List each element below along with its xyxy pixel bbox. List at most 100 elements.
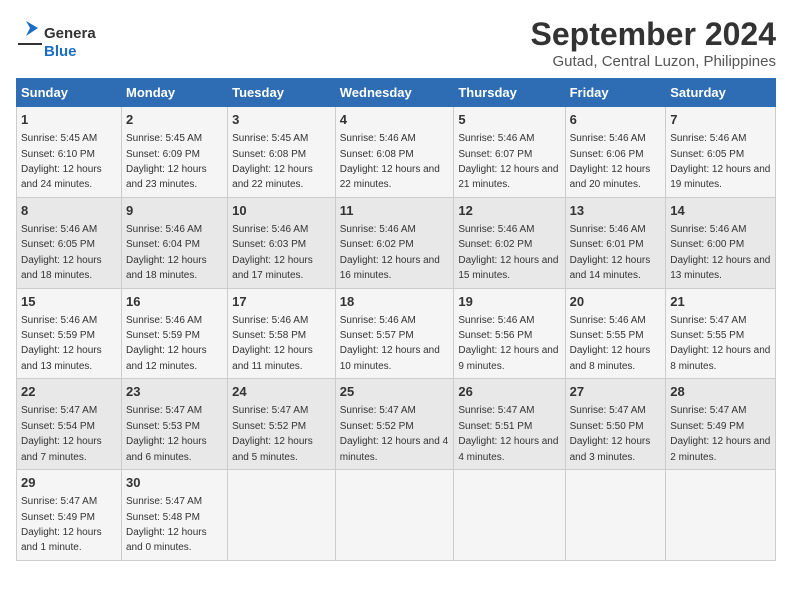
day-number: 14 [670, 202, 771, 220]
svg-text:General: General [44, 25, 96, 42]
day-info: Sunrise: 5:45 AMSunset: 6:09 PMDaylight:… [126, 133, 207, 190]
day-info: Sunrise: 5:47 AMSunset: 5:52 PMDaylight:… [232, 405, 313, 462]
day-number: 20 [570, 293, 662, 311]
day-info: Sunrise: 5:46 AMSunset: 6:07 PMDaylight:… [458, 133, 558, 190]
calendar-day-2: 2 Sunrise: 5:45 AMSunset: 6:09 PMDaylight… [121, 107, 227, 198]
day-info: Sunrise: 5:47 AMSunset: 5:49 PMDaylight:… [21, 496, 102, 553]
day-info: Sunrise: 5:47 AMSunset: 5:49 PMDaylight:… [670, 405, 770, 462]
header-day-sunday: Sunday [17, 79, 122, 107]
calendar-day-29: 29Sunrise: 5:47 AMSunset: 5:49 PMDayligh… [17, 470, 122, 561]
calendar-day-19: 19 Sunrise: 5:46 AMSunset: 5:56 PMDayligh… [454, 288, 565, 379]
day-number: 26 [458, 383, 560, 401]
day-number: 27 [570, 383, 662, 401]
day-number: 8 [21, 202, 117, 220]
day-info: Sunrise: 5:47 AMSunset: 5:52 PMDaylight:… [340, 405, 448, 462]
day-number: 7 [670, 111, 771, 129]
day-number: 3 [232, 111, 331, 129]
day-number: 12 [458, 202, 560, 220]
day-number: 19 [458, 293, 560, 311]
header-day-tuesday: Tuesday [228, 79, 336, 107]
calendar-day-empty [666, 470, 776, 561]
day-number: 11 [340, 202, 450, 220]
logo-svg: GeneralBlue [16, 16, 96, 66]
calendar-day-23: 23Sunrise: 5:47 AMSunset: 5:53 PMDayligh… [121, 379, 227, 470]
header-day-saturday: Saturday [666, 79, 776, 107]
calendar-day-7: 7Sunrise: 5:46 AMSunset: 6:05 PMDaylight… [666, 107, 776, 198]
calendar-day-24: 24 Sunrise: 5:47 AMSunset: 5:52 PMDayligh… [228, 379, 336, 470]
day-info: Sunrise: 5:46 AMSunset: 6:00 PMDaylight:… [670, 224, 770, 281]
calendar-week-4: 22Sunrise: 5:47 AMSunset: 5:54 PMDayligh… [17, 379, 776, 470]
calendar-week-2: 8 Sunrise: 5:46 AMSunset: 6:05 PMDaylight… [17, 197, 776, 288]
day-info: Sunrise: 5:47 AMSunset: 5:53 PMDaylight:… [126, 405, 207, 462]
calendar-day-18: 18 Sunrise: 5:46 AMSunset: 5:57 PMDayligh… [335, 288, 454, 379]
day-number: 10 [232, 202, 331, 220]
day-info: Sunrise: 5:47 AMSunset: 5:50 PMDaylight:… [570, 405, 651, 462]
day-number: 4 [340, 111, 450, 129]
calendar-day-empty [565, 470, 666, 561]
header: GeneralBlue September 2024 Gutad, Centra… [16, 16, 776, 70]
calendar-day-5: 5 Sunrise: 5:46 AMSunset: 6:07 PMDaylight… [454, 107, 565, 198]
day-number: 17 [232, 293, 331, 311]
calendar-day-11: 11 Sunrise: 5:46 AMSunset: 6:02 PMDayligh… [335, 197, 454, 288]
day-info: Sunrise: 5:46 AMSunset: 6:03 PMDaylight:… [232, 224, 313, 281]
title-area: September 2024 Gutad, Central Luzon, Phi… [531, 16, 776, 70]
day-number: 18 [340, 293, 450, 311]
header-day-friday: Friday [565, 79, 666, 107]
day-number: 21 [670, 293, 771, 311]
calendar-day-9: 9 Sunrise: 5:46 AMSunset: 6:04 PMDaylight… [121, 197, 227, 288]
day-info: Sunrise: 5:45 AMSunset: 6:10 PMDaylight:… [21, 133, 102, 190]
calendar-week-3: 15 Sunrise: 5:46 AMSunset: 5:59 PMDayligh… [17, 288, 776, 379]
day-info: Sunrise: 5:45 AMSunset: 6:08 PMDaylight:… [232, 133, 313, 190]
day-info: Sunrise: 5:46 AMSunset: 6:02 PMDaylight:… [340, 224, 440, 281]
day-number: 2 [126, 111, 223, 129]
day-info: Sunrise: 5:47 AMSunset: 5:51 PMDaylight:… [458, 405, 558, 462]
day-info: Sunrise: 5:46 AMSunset: 5:56 PMDaylight:… [458, 315, 558, 372]
day-number: 24 [232, 383, 331, 401]
calendar-day-28: 28Sunrise: 5:47 AMSunset: 5:49 PMDayligh… [666, 379, 776, 470]
calendar-day-16: 16 Sunrise: 5:46 AMSunset: 5:59 PMDayligh… [121, 288, 227, 379]
calendar-day-17: 17Sunrise: 5:46 AMSunset: 5:58 PMDayligh… [228, 288, 336, 379]
day-number: 5 [458, 111, 560, 129]
calendar-day-empty [335, 470, 454, 561]
day-info: Sunrise: 5:46 AMSunset: 5:55 PMDaylight:… [570, 315, 651, 372]
calendar-day-12: 12 Sunrise: 5:46 AMSunset: 6:02 PMDayligh… [454, 197, 565, 288]
calendar-day-22: 22Sunrise: 5:47 AMSunset: 5:54 PMDayligh… [17, 379, 122, 470]
day-info: Sunrise: 5:46 AMSunset: 5:59 PMDaylight:… [21, 315, 102, 372]
calendar-day-6: 6Sunrise: 5:46 AMSunset: 6:06 PMDaylight… [565, 107, 666, 198]
day-number: 15 [21, 293, 117, 311]
header-row: SundayMondayTuesdayWednesdayThursdayFrid… [17, 79, 776, 107]
day-number: 9 [126, 202, 223, 220]
day-info: Sunrise: 5:46 AMSunset: 6:01 PMDaylight:… [570, 224, 651, 281]
calendar-day-15: 15 Sunrise: 5:46 AMSunset: 5:59 PMDayligh… [17, 288, 122, 379]
calendar-day-25: 25Sunrise: 5:47 AMSunset: 5:52 PMDayligh… [335, 379, 454, 470]
calendar-week-5: 29Sunrise: 5:47 AMSunset: 5:49 PMDayligh… [17, 470, 776, 561]
logo: GeneralBlue [16, 16, 96, 66]
day-info: Sunrise: 5:47 AMSunset: 5:55 PMDaylight:… [670, 315, 770, 372]
day-info: Sunrise: 5:46 AMSunset: 6:05 PMDaylight:… [21, 224, 102, 281]
calendar-day-13: 13 Sunrise: 5:46 AMSunset: 6:01 PMDayligh… [565, 197, 666, 288]
calendar-day-3: 3 Sunrise: 5:45 AMSunset: 6:08 PMDaylight… [228, 107, 336, 198]
calendar-day-27: 27 Sunrise: 5:47 AMSunset: 5:50 PMDayligh… [565, 379, 666, 470]
calendar-day-14: 14 Sunrise: 5:46 AMSunset: 6:00 PMDayligh… [666, 197, 776, 288]
main-title: September 2024 [531, 16, 776, 53]
header-day-wednesday: Wednesday [335, 79, 454, 107]
calendar-day-21: 21 Sunrise: 5:47 AMSunset: 5:55 PMDayligh… [666, 288, 776, 379]
day-info: Sunrise: 5:46 AMSunset: 6:06 PMDaylight:… [570, 133, 651, 190]
calendar-day-empty [454, 470, 565, 561]
day-number: 1 [21, 111, 117, 129]
day-number: 30 [126, 474, 223, 492]
calendar-day-empty [228, 470, 336, 561]
day-info: Sunrise: 5:46 AMSunset: 6:02 PMDaylight:… [458, 224, 558, 281]
day-info: Sunrise: 5:47 AMSunset: 5:54 PMDaylight:… [21, 405, 102, 462]
day-number: 13 [570, 202, 662, 220]
calendar-day-8: 8 Sunrise: 5:46 AMSunset: 6:05 PMDaylight… [17, 197, 122, 288]
calendar-table: SundayMondayTuesdayWednesdayThursdayFrid… [16, 78, 776, 561]
day-info: Sunrise: 5:46 AMSunset: 6:04 PMDaylight:… [126, 224, 207, 281]
calendar-day-30: 30 Sunrise: 5:47 AMSunset: 5:48 PMDayligh… [121, 470, 227, 561]
calendar-day-1: 1 Sunrise: 5:45 AMSunset: 6:10 PMDaylight… [17, 107, 122, 198]
day-number: 16 [126, 293, 223, 311]
day-info: Sunrise: 5:46 AMSunset: 5:57 PMDaylight:… [340, 315, 440, 372]
calendar-week-1: 1 Sunrise: 5:45 AMSunset: 6:10 PMDaylight… [17, 107, 776, 198]
day-info: Sunrise: 5:46 AMSunset: 5:59 PMDaylight:… [126, 315, 207, 372]
day-info: Sunrise: 5:47 AMSunset: 5:48 PMDaylight:… [126, 496, 207, 553]
